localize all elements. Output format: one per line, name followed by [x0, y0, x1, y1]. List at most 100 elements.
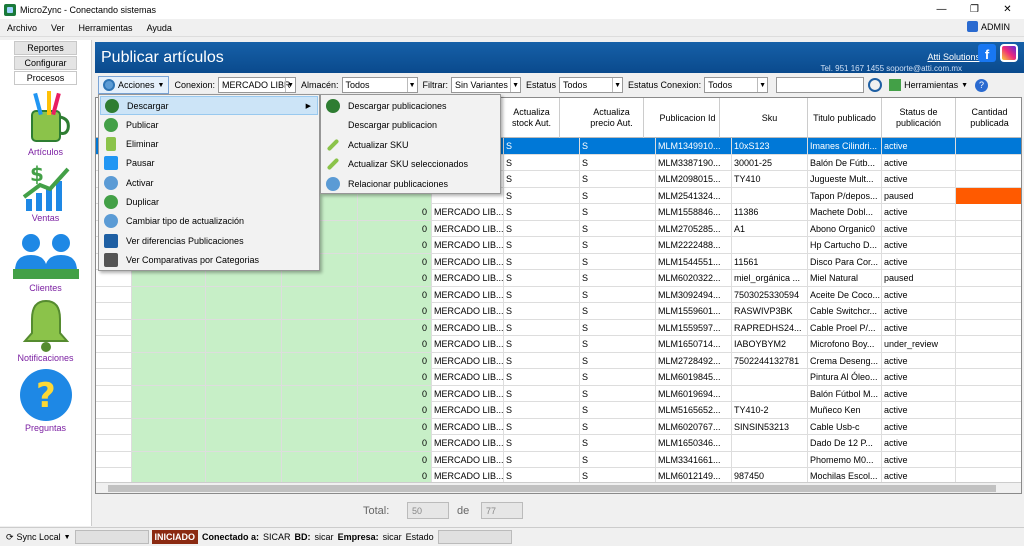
- submenu-item-actualizar-sku[interactable]: Actualizar SKU: [322, 135, 409, 154]
- table-cell: MLM1559597...: [656, 319, 732, 336]
- col-header[interactable]: Publicacion Id: [656, 98, 720, 138]
- table-row[interactable]: 0 MERCADO LIB... S S MLM3092494... 7503025330…: [96, 286, 1021, 303]
- menu-item-pausar[interactable]: Pausar: [100, 153, 155, 172]
- maximize-button[interactable]: ❐: [958, 0, 991, 19]
- table-cell: Jugueste Mult...: [808, 171, 882, 187]
- globe-icon: [104, 117, 118, 132]
- sidebar-item-clientes[interactable]: Clientes: [0, 227, 91, 293]
- shown-count: 50: [407, 502, 449, 519]
- minimize-button[interactable]: —: [925, 0, 958, 19]
- submenu-item-actualizar-sku-seleccionados[interactable]: Actualizar SKU seleccionados: [322, 154, 468, 173]
- table-row[interactable]: 0 MERCADO LIB... S S MLM3341661... Phomemo M0…: [96, 451, 1021, 468]
- sidebar-item-notificaciones[interactable]: Notificaciones: [0, 297, 91, 363]
- horizontal-scrollbar[interactable]: [96, 482, 1021, 493]
- table-cell: 7503025330594: [732, 286, 808, 303]
- conexion-label: Conexion:: [174, 80, 215, 90]
- table-cell: active: [882, 204, 956, 220]
- menu-item-activar[interactable]: Activar: [100, 173, 154, 192]
- table-cell: [956, 155, 1021, 171]
- menu-item-ver-diferencias[interactable]: Ver diferencias Publicaciones: [100, 231, 244, 250]
- menu-item-cambiar-tipo[interactable]: Cambiar tipo de actualización: [100, 211, 244, 230]
- table-row[interactable]: 0 MERCADO LIB... S S MLM6019694... Balón Fútb…: [96, 385, 1021, 402]
- table-row[interactable]: 0 MERCADO LIB... S S MLM1650714... IABOYBYM2 M…: [96, 336, 1021, 353]
- conexion-select[interactable]: MERCADO LIBR ▼: [218, 77, 296, 93]
- tab-procesos[interactable]: Procesos: [14, 71, 77, 85]
- sidebar-item-preguntas[interactable]: ? Preguntas: [0, 367, 91, 433]
- close-button[interactable]: ✕: [991, 0, 1024, 19]
- table-cell: S: [580, 204, 656, 220]
- table-cell: MLM2728492...: [656, 352, 732, 369]
- table-cell: [956, 270, 1021, 286]
- col-header[interactable]: Titulo publicado: [808, 98, 882, 138]
- menu-item-eliminar[interactable]: Eliminar: [100, 134, 159, 153]
- menu-item-descargar[interactable]: Descargar ▶: [100, 96, 318, 115]
- estatus-conexion-select[interactable]: Todos ▼: [704, 77, 769, 93]
- help-icon[interactable]: ?: [975, 78, 989, 92]
- instagram-icon[interactable]: [1000, 44, 1018, 62]
- company-link[interactable]: Atti Solutions: [927, 52, 980, 62]
- table-cell: 0: [358, 451, 432, 468]
- menu-herramientas[interactable]: Herramientas: [72, 23, 140, 33]
- sidebar-item-articulos[interactable]: Artículos: [0, 89, 91, 157]
- sales-chart-icon: $: [22, 162, 69, 211]
- menu-item-label: Ver Comparativas por Categorias: [126, 254, 260, 265]
- estatus-label: Estatus: [526, 80, 557, 90]
- table-cell: Balón Fútbol M...: [808, 385, 882, 402]
- table-cell: [956, 402, 1021, 418]
- submenu-item-descargar-publicacion[interactable]: Descargar publicacion: [322, 115, 437, 134]
- table-cell: active: [882, 418, 956, 435]
- col-header[interactable]: Actualiza precio Aut.: [580, 98, 644, 138]
- facebook-icon[interactable]: f: [978, 44, 996, 62]
- menu-item-label: Duplicar: [126, 196, 160, 207]
- table-cell: MERCADO LIB...: [432, 369, 504, 385]
- filtrar-select[interactable]: Sin Variantes ▼: [451, 77, 522, 93]
- chevron-down-icon: ▼: [757, 78, 767, 92]
- table-cell: S: [580, 352, 656, 369]
- table-cell: S: [504, 154, 580, 171]
- table-cell: S: [580, 237, 656, 253]
- table-cell: [282, 270, 358, 286]
- table-row[interactable]: 0 MERCADO LIB... S S MLM1559597... RAPREDHS24…: [96, 319, 1021, 336]
- table-row[interactable]: 0 MERCADO LIB... S S MLM6020322... miel_orgán…: [96, 270, 1021, 287]
- table-cell: MERCADO LIB...: [432, 402, 504, 418]
- menu-item-duplicar[interactable]: Duplicar: [100, 192, 159, 211]
- articles-icon: [30, 91, 70, 142]
- sync-local-button[interactable]: ⟳ Sync Local ▼: [6, 532, 71, 543]
- table-row[interactable]: 0 MERCADO LIB... S S MLM2728492... 7502244132…: [96, 352, 1021, 369]
- col-header[interactable]: Actualiza stock Aut.: [504, 98, 560, 138]
- menu-archivo[interactable]: Archivo: [0, 23, 44, 33]
- estatus-select[interactable]: Todos ▼: [559, 77, 624, 93]
- menu-ver[interactable]: Ver: [44, 23, 72, 33]
- sidebar-item-ventas[interactable]: $ Ventas: [0, 161, 91, 223]
- table-cell: MERCADO LIB...: [432, 220, 504, 237]
- col-header[interactable]: Sku: [732, 98, 808, 138]
- search-icon[interactable]: [868, 78, 883, 92]
- col-header[interactable]: Status de publicación: [882, 98, 956, 138]
- tab-reportes[interactable]: Reportes: [14, 41, 77, 55]
- table-row[interactable]: 0 MERCADO LIB... S S MLM6020767... SINSIN5321…: [96, 418, 1021, 435]
- herramientas-button[interactable]: Herramientas ▼: [885, 76, 972, 94]
- menu-ayuda[interactable]: Ayuda: [140, 23, 179, 33]
- table-cell: active: [882, 352, 956, 369]
- table-row[interactable]: 0 MERCADO LIB... S S MLM6019845... Pintura Al…: [96, 369, 1021, 386]
- table-row[interactable]: 0 MERCADO LIB... S S MLM5165652... TY410-2 Muñ…: [96, 402, 1021, 419]
- table-row[interactable]: 0 MERCADO LIB... S S MLM1650346... Dado De 12…: [96, 435, 1021, 452]
- acciones-button[interactable]: Acciones ▼: [98, 76, 170, 94]
- empresa-value: sicar: [382, 532, 402, 542]
- table-cell: active: [882, 303, 956, 319]
- search-input[interactable]: [776, 77, 865, 93]
- table-cell: [96, 303, 132, 319]
- menu-item-ver-comparativas[interactable]: Ver Comparativas por Categorias: [100, 250, 259, 269]
- submenu-item-descargar-publicaciones[interactable]: Descargar publicaciones: [322, 96, 447, 115]
- scrollbar-thumb[interactable]: [108, 485, 996, 492]
- table-row[interactable]: 0 MERCADO LIB... S S MLM1559601... RASWIVP3BK…: [96, 303, 1021, 320]
- table-cell: [206, 402, 282, 418]
- menu-item-publicar[interactable]: Publicar: [100, 115, 159, 134]
- almacen-select[interactable]: Todos ▼: [341, 77, 418, 93]
- tab-configurar[interactable]: Configurar: [14, 56, 77, 70]
- col-header[interactable]: Cantidad publicada: [956, 98, 1021, 138]
- user-menu[interactable]: ADMIN: [967, 21, 1010, 32]
- submenu-item-relacionar[interactable]: Relacionar publicaciones: [322, 174, 448, 193]
- filtrar-label: Filtrar:: [422, 80, 449, 90]
- table-cell: S: [504, 369, 580, 385]
